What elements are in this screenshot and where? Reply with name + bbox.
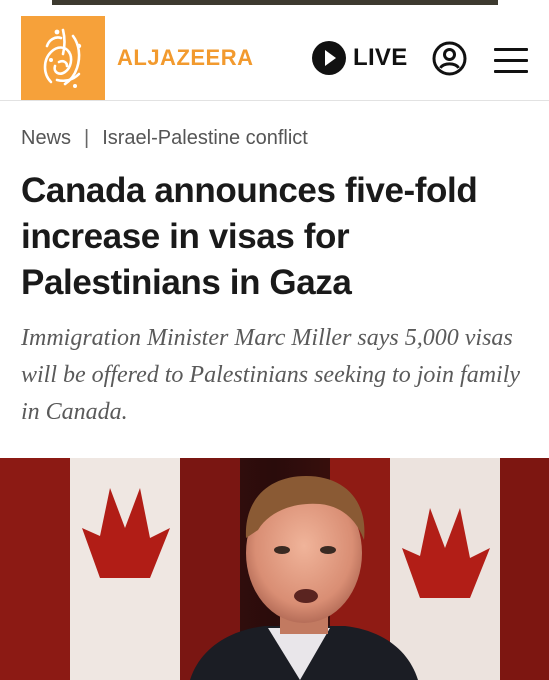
brand-logo[interactable] [21,16,105,100]
menu-line [494,59,528,62]
al-jazeera-calligraphy-icon [43,28,82,88]
breadcrumb-separator: | [84,127,90,149]
hero-photo-illustration [0,458,549,680]
menu-line [494,48,528,51]
hamburger-menu-icon[interactable] [494,48,528,74]
article-page: ALJAZEERA LIVE News | Israel-Palestine c… [0,0,549,680]
article-headline: Canada announces five-fold increase in v… [21,171,478,302]
brand-name[interactable]: ALJAZEERA [117,45,254,71]
site-header: ALJAZEERA LIVE [0,5,549,101]
breadcrumb-topic-link[interactable]: Israel-Palestine conflict [102,127,308,150]
menu-line [494,70,528,73]
breadcrumb: News | Israel-Palestine conflict [21,127,308,150]
account-button[interactable] [432,41,467,76]
live-label: LIVE [353,44,408,71]
article-subheadline: Immigration Minister Marc Miller says 5,… [21,325,521,425]
play-circle-icon [312,41,346,75]
user-account-icon [432,41,467,76]
live-button[interactable]: LIVE [312,41,408,75]
hero-image[interactable] [0,458,549,680]
breadcrumb-news-link[interactable]: News [21,127,71,150]
